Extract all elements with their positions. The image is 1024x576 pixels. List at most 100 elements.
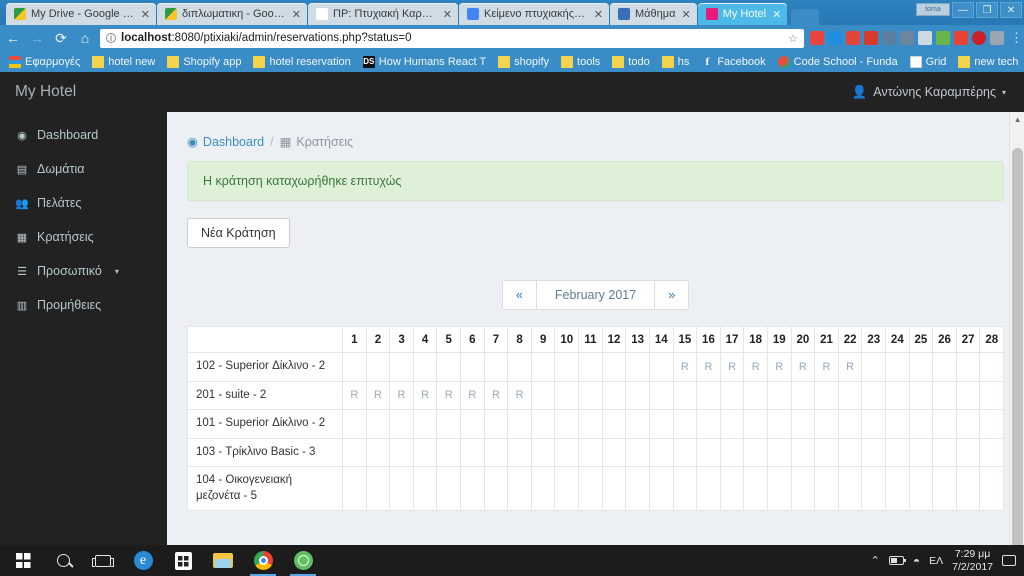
- free-day-cell[interactable]: [885, 437, 910, 468]
- close-icon[interactable]: ✕: [681, 8, 690, 21]
- extension-icon-4[interactable]: [864, 31, 878, 45]
- free-day-cell[interactable]: [790, 380, 816, 411]
- free-day-cell[interactable]: [908, 352, 934, 382]
- free-day-cell[interactable]: [483, 352, 509, 382]
- free-day-cell[interactable]: [342, 466, 367, 512]
- free-day-cell[interactable]: [932, 380, 957, 411]
- wifi-icon[interactable]: ◓: [913, 554, 920, 568]
- free-day-cell[interactable]: [554, 352, 580, 382]
- close-icon[interactable]: ✕: [772, 8, 781, 21]
- free-day-cell[interactable]: [530, 352, 556, 382]
- free-day-cell[interactable]: [766, 380, 792, 411]
- free-day-cell[interactable]: [696, 466, 721, 512]
- sidebar-item-clients[interactable]: 👥 Πελάτες: [0, 186, 167, 220]
- browser-tab-0[interactable]: My Drive - Google Drive ✕: [6, 3, 156, 25]
- bookmark-10[interactable]: Code School - Funda: [773, 55, 903, 69]
- free-day-cell[interactable]: [955, 380, 981, 411]
- free-day-cell[interactable]: [436, 409, 462, 439]
- free-day-cell[interactable]: [554, 380, 580, 411]
- app-brand[interactable]: My Hotel: [0, 72, 167, 112]
- free-day-cell[interactable]: [932, 409, 957, 439]
- free-day-cell[interactable]: [342, 437, 367, 468]
- booked-day-cell[interactable]: R: [460, 380, 485, 411]
- reload-icon[interactable]: ⟳: [52, 31, 70, 45]
- site-info-icon[interactable]: i: [106, 33, 116, 44]
- taskbar-file-explorer[interactable]: [204, 545, 242, 576]
- free-day-cell[interactable]: [979, 409, 1005, 439]
- free-day-cell[interactable]: [483, 409, 509, 439]
- free-day-cell[interactable]: [530, 380, 556, 411]
- free-day-cell[interactable]: [507, 352, 532, 382]
- user-menu[interactable]: 👤 Αντώνης Καραμπέρης ▾: [852, 85, 1006, 100]
- free-day-cell[interactable]: [530, 466, 556, 512]
- free-day-cell[interactable]: [648, 466, 674, 512]
- free-day-cell[interactable]: [648, 409, 674, 439]
- free-day-cell[interactable]: [530, 437, 556, 468]
- breadcrumb-home-link[interactable]: ◉ Dashboard: [187, 134, 264, 150]
- free-day-cell[interactable]: [460, 437, 485, 468]
- free-day-cell[interactable]: [554, 466, 580, 512]
- free-day-cell[interactable]: [837, 380, 863, 411]
- bookmark-12[interactable]: new tech: [953, 55, 1023, 69]
- free-day-cell[interactable]: [365, 466, 391, 512]
- free-day-cell[interactable]: [578, 352, 603, 382]
- booked-day-cell[interactable]: R: [743, 352, 768, 382]
- free-day-cell[interactable]: [885, 352, 910, 382]
- free-day-cell[interactable]: [578, 409, 603, 439]
- free-day-cell[interactable]: [766, 409, 792, 439]
- task-view-button[interactable]: [84, 545, 122, 576]
- free-day-cell[interactable]: [389, 409, 414, 439]
- free-day-cell[interactable]: [861, 409, 887, 439]
- free-day-cell[interactable]: [648, 352, 674, 382]
- free-day-cell[interactable]: [648, 380, 674, 411]
- free-day-cell[interactable]: [932, 352, 957, 382]
- extension-icon-6[interactable]: [900, 31, 914, 45]
- sidebar-item-reservations[interactable]: ▦ Κρατήσεις: [0, 220, 167, 254]
- browser-tab-2[interactable]: M ΠΡ: Πτυχιακή Καραμπέ ✕: [308, 3, 458, 25]
- free-day-cell[interactable]: [955, 352, 981, 382]
- free-day-cell[interactable]: [672, 437, 698, 468]
- booked-day-cell[interactable]: R: [790, 352, 816, 382]
- free-day-cell[interactable]: [743, 380, 768, 411]
- free-day-cell[interactable]: [766, 437, 792, 468]
- booked-day-cell[interactable]: R: [436, 380, 462, 411]
- bookmark-9[interactable]: f Facebook: [696, 55, 770, 69]
- free-day-cell[interactable]: [932, 437, 957, 468]
- taskbar-chrome[interactable]: [244, 545, 282, 576]
- free-day-cell[interactable]: [696, 380, 721, 411]
- browser-tab-3[interactable]: Κείμενο πτυχιακής - Go ✕: [459, 3, 609, 25]
- start-button[interactable]: [4, 545, 42, 576]
- free-day-cell[interactable]: [342, 409, 367, 439]
- close-icon[interactable]: ✕: [594, 8, 603, 21]
- free-day-cell[interactable]: [578, 466, 603, 512]
- bookmark-4[interactable]: DS How Humans React T: [358, 55, 491, 69]
- free-day-cell[interactable]: [908, 437, 934, 468]
- free-day-cell[interactable]: [979, 380, 1005, 411]
- sidebar-item-staff[interactable]: ☰ Προσωπικό ▾: [0, 254, 167, 288]
- browser-tab-1[interactable]: διπλωματικη - Google D ✕: [157, 3, 307, 25]
- free-day-cell[interactable]: [578, 380, 603, 411]
- next-month-button[interactable]: »: [655, 281, 689, 309]
- language-indicator[interactable]: ΕΛ: [929, 555, 943, 567]
- free-day-cell[interactable]: [625, 437, 650, 468]
- free-day-cell[interactable]: [554, 437, 580, 468]
- bookmark-8[interactable]: hs: [657, 55, 695, 69]
- free-day-cell[interactable]: [837, 466, 863, 512]
- prev-month-button[interactable]: «: [502, 281, 537, 309]
- free-day-cell[interactable]: [601, 409, 627, 439]
- free-day-cell[interactable]: [625, 380, 650, 411]
- bookmark-11[interactable]: Grid: [905, 55, 952, 69]
- free-day-cell[interactable]: [955, 409, 981, 439]
- booked-day-cell[interactable]: R: [412, 380, 438, 411]
- free-day-cell[interactable]: [436, 437, 462, 468]
- free-day-cell[interactable]: [861, 352, 887, 382]
- free-day-cell[interactable]: [885, 466, 910, 512]
- bookmark-2[interactable]: Shopify app: [162, 55, 246, 69]
- taskbar-edge[interactable]: e: [124, 545, 162, 576]
- free-day-cell[interactable]: [861, 380, 887, 411]
- free-day-cell[interactable]: [365, 409, 391, 439]
- maximize-icon[interactable]: ❐: [976, 2, 998, 18]
- booked-day-cell[interactable]: R: [766, 352, 792, 382]
- free-day-cell[interactable]: [625, 352, 650, 382]
- scroll-up-arrow-icon[interactable]: ▲: [1010, 112, 1024, 127]
